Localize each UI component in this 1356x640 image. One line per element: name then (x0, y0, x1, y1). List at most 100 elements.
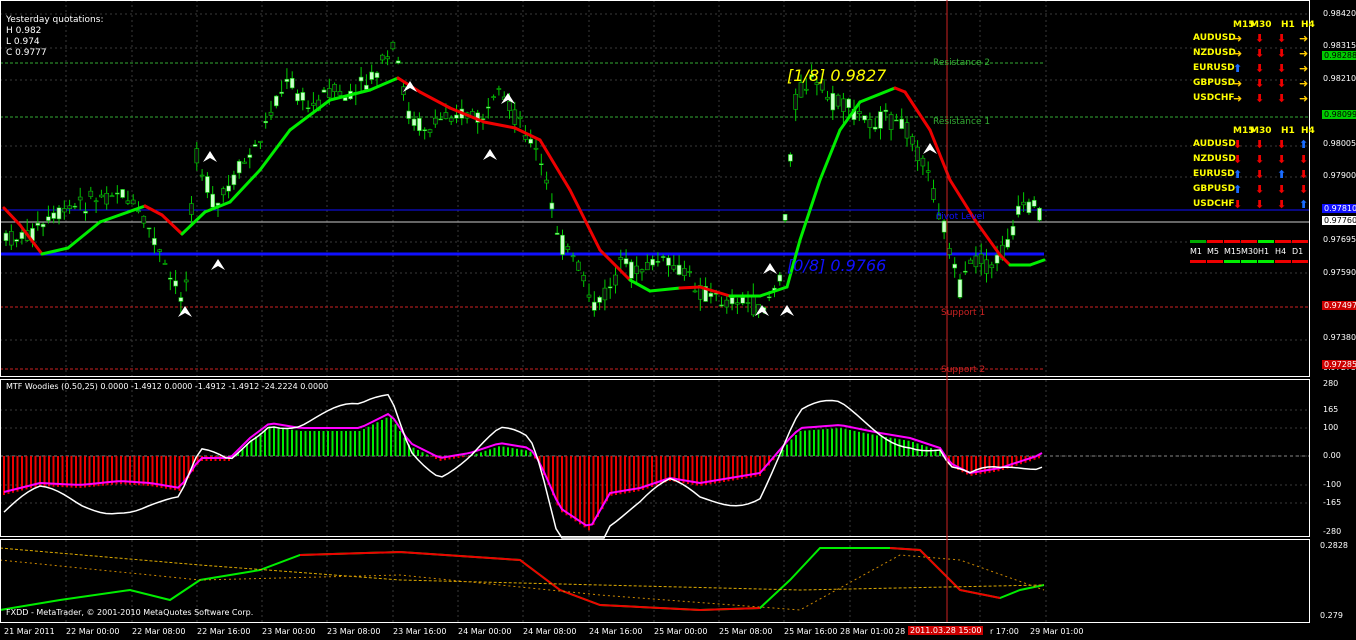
up-blue-arrow-icon: ⬆ (1233, 168, 1243, 181)
candle-body (517, 116, 523, 120)
woodies-axis-label: -280 (1323, 527, 1342, 536)
candle-body (289, 78, 295, 89)
candle-body (788, 154, 793, 162)
woodies-axis-label: 100 (1323, 423, 1339, 432)
down-red-arrow-icon: ⬇ (1277, 138, 1287, 151)
candle-body (104, 193, 109, 205)
candle-body (258, 140, 263, 143)
candle-body (1021, 201, 1026, 206)
quotes-title: Yesterday quotations: (6, 15, 104, 25)
tf-label: H4 (1275, 247, 1287, 256)
down-red-arrow-icon: ⬇ (1299, 168, 1309, 181)
candle-body (1010, 225, 1016, 236)
candle-body (613, 274, 618, 286)
time-axis-label: 24 Mar 08:00 (523, 627, 577, 636)
quotes-high: H 0.982 (6, 26, 42, 36)
right-yellow-arrow-icon: ➜ (1299, 47, 1309, 60)
tf-status-bar (1275, 260, 1291, 263)
header-m30: M30 (1250, 20, 1272, 30)
candle-body (570, 255, 576, 258)
pair-label: GBPUSD (1193, 78, 1236, 88)
tf-status-bar (1258, 240, 1274, 243)
candle-body (607, 286, 613, 289)
candle-body (93, 200, 99, 203)
down-red-arrow-icon: ⬇ (1277, 77, 1287, 90)
candle-body (1037, 207, 1042, 221)
pair-label: AUDUSD (1193, 139, 1236, 149)
candle-body (554, 232, 560, 235)
candle-body (920, 157, 926, 167)
candle-body (268, 111, 274, 116)
candle-body (581, 275, 587, 282)
candle-body (565, 246, 571, 250)
down-red-arrow-icon: ⬇ (1277, 47, 1287, 60)
candle-body (782, 213, 788, 221)
candle-body (623, 258, 629, 265)
candle-body (205, 176, 210, 193)
down-red-arrow-icon: ⬇ (1299, 183, 1309, 196)
candle-body (295, 93, 300, 102)
candle-body (533, 147, 539, 150)
candle-body (56, 207, 62, 220)
candle-body (538, 163, 544, 166)
tf-status-bar (1207, 240, 1223, 243)
yesterday-quotes-box: Yesterday quotations: H 0.982 L 0.974 C … (6, 15, 103, 59)
candle-body (178, 297, 184, 302)
candle-body (417, 118, 422, 131)
tf-status-bar (1241, 240, 1257, 243)
candle-body (644, 262, 650, 271)
candle-body (692, 290, 698, 293)
candle-body (957, 279, 963, 298)
timeframe-strip: M1 M5 M15 M30 H1 H4 D1 (1190, 240, 1310, 270)
candle-body (825, 96, 830, 100)
candle-body (576, 261, 581, 271)
time-axis-label: 23 Mar 16:00 (393, 627, 447, 636)
candle-body (358, 76, 364, 82)
candle-body (629, 261, 634, 279)
tf-label: M5 (1207, 247, 1219, 256)
candle-body (952, 263, 958, 269)
candle-body (793, 94, 799, 110)
pair-label: GBPUSD (1193, 184, 1236, 194)
candle-body (152, 238, 157, 246)
candle-body (395, 60, 401, 64)
down-red-arrow-icon: ⬇ (1255, 168, 1265, 181)
up-blue-arrow-icon: ⬆ (1299, 198, 1309, 211)
candle-body (989, 264, 995, 269)
candle-body (300, 92, 306, 101)
candle-body (846, 98, 852, 108)
down-red-arrow-icon: ⬇ (1255, 77, 1265, 90)
candle-body (40, 223, 46, 228)
candle-body (978, 253, 984, 265)
header-h1: H1 (1281, 126, 1295, 136)
tf-status-bar (1190, 260, 1206, 263)
candle-body (51, 212, 57, 219)
candle-body (427, 129, 433, 133)
time-axis-label: 23 Mar 08:00 (327, 627, 381, 636)
candle-body (586, 294, 592, 298)
candle-body (862, 115, 867, 121)
candle-body (682, 268, 687, 276)
candle-body (125, 200, 131, 204)
time-axis-label: 25 Mar 00:00 (654, 627, 708, 636)
candle-body (872, 126, 878, 130)
pivot-label: Pivot Level (936, 212, 985, 222)
candle-body (962, 270, 968, 273)
tf-status-bar (1292, 240, 1308, 243)
right-yellow-arrow-icon: ➜ (1233, 77, 1243, 90)
woodies-axis-label: -165 (1323, 498, 1342, 507)
candle-body (904, 122, 910, 139)
candle-body (247, 154, 253, 158)
candle-body (146, 227, 152, 230)
candle-body (99, 194, 104, 198)
up-blue-arrow-icon: ⬆ (1233, 62, 1243, 75)
candle-body (411, 118, 417, 126)
candle-body (326, 88, 332, 98)
down-red-arrow-icon: ⬇ (1255, 92, 1265, 105)
candle-body (311, 102, 316, 106)
metatrader-chart[interactable] (0, 0, 1356, 640)
quotes-close: C 0.9777 (6, 48, 47, 58)
candle-body (284, 78, 290, 82)
time-axis-highlight: 2011.03.28 15:00 (908, 626, 984, 635)
candle-body (422, 129, 428, 132)
